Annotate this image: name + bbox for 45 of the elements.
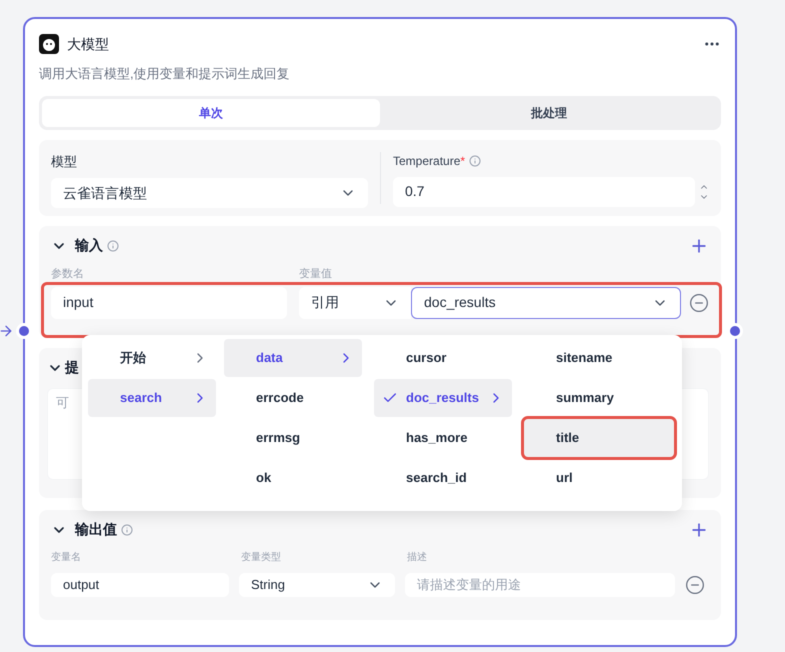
column-label: 描述 [407,550,427,564]
menu-item[interactable]: summary [524,379,674,417]
info-icon [121,524,133,536]
temperature-input[interactable]: 0.7 [393,176,695,206]
required-mark: * [460,152,466,170]
section-title: 提 [65,358,79,377]
menu-item[interactable]: doc_results [374,379,512,417]
menu-item[interactable]: errmsg [224,419,362,457]
section-title: 输入 [75,236,103,255]
menu-item[interactable]: ok [224,459,362,497]
column-label: 变量类型 [241,550,282,564]
robot-icon [39,34,59,54]
menu-item[interactable]: search_id [374,459,512,497]
menu-item[interactable]: data [224,339,362,377]
field-label: 模型 [51,152,78,170]
menu-item[interactable]: sitename [524,339,674,377]
field-label: Temperature [393,152,460,170]
section-title: 输出值 [75,520,117,539]
menu-item[interactable]: errcode [224,379,362,417]
model-select[interactable]: 云雀语言模型 [51,178,368,208]
type-select[interactable]: String [239,572,395,596]
remove-icon[interactable] [689,292,709,312]
tab[interactable]: 批处理 [380,98,718,126]
node-title: 大模型 [67,34,109,54]
menu-item[interactable]: url [524,459,674,497]
source-select[interactable]: 引用 [299,286,411,318]
connection-port[interactable] [16,323,32,339]
info-icon [469,154,482,166]
info-icon [107,240,119,252]
column-label: 变量名 [51,550,82,564]
node-description: 调用大语言模型,使用变量和提示词生成回复 [39,65,291,83]
menu-item[interactable]: has_more [374,419,512,457]
variable-name-input[interactable]: output [51,572,229,596]
remove-icon[interactable] [685,574,705,594]
column-label: 变量值 [299,266,332,280]
menu-item[interactable]: search [88,379,216,417]
menu-item[interactable]: cursor [374,339,512,377]
description-input[interactable]: 请描述变量的用途 [405,572,675,596]
menu-item[interactable]: 开始 [88,339,216,377]
param-name-input[interactable]: input [51,286,287,318]
tab[interactable]: 单次 [42,98,380,126]
menu-item[interactable]: title [524,419,674,457]
connection-port[interactable] [727,323,743,339]
column-label: 参数名 [51,266,85,280]
variable-select[interactable]: doc_results [411,286,681,318]
